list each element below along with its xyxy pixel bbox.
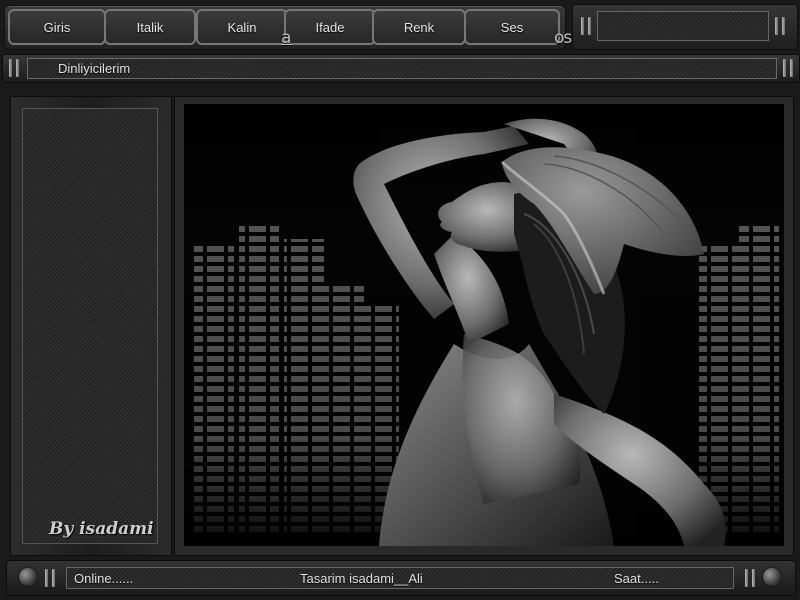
signature-text: By isadami: [49, 519, 154, 539]
top-right-field[interactable]: [597, 11, 769, 41]
knob-icon[interactable]: [19, 568, 37, 586]
tab-label: Ifade: [315, 19, 345, 35]
tab-ses[interactable]: Ses: [464, 9, 560, 45]
tab-label: Giris: [43, 19, 71, 35]
top-right-panel: [572, 4, 798, 50]
woman-with-hat-photo: [184, 104, 784, 546]
tab-label: Kalin: [227, 19, 257, 35]
emoticon-a-glyph[interactable]: a: [281, 28, 291, 48]
tab-kalin[interactable]: Kalin: [196, 9, 288, 45]
listeners-field[interactable]: Dinliyicilerim: [27, 58, 777, 79]
top-menu-bar: Giris Italik Kalin Ifade Renk Ses a: [4, 5, 566, 50]
grip-handle-icon[interactable]: [9, 59, 19, 77]
grip-handle-icon[interactable]: [745, 569, 755, 587]
left-sidebar-panel[interactable]: By isadami: [22, 108, 158, 544]
main-image-frame: [174, 96, 794, 556]
tab-ifade[interactable]: Ifade: [284, 9, 376, 45]
tab-label: Renk: [403, 19, 435, 35]
grip-handle-icon[interactable]: [45, 569, 55, 587]
os-glyph: os: [554, 28, 572, 48]
clock-status: Saat.....: [614, 571, 659, 586]
tab-renk[interactable]: Renk: [372, 9, 466, 45]
listeners-bar: Dinliyicilerim: [2, 54, 800, 83]
online-status: Online......: [74, 571, 134, 586]
grip-handle-icon[interactable]: [783, 59, 793, 77]
tab-label: Ses: [500, 19, 524, 35]
tab-label: Italik: [136, 19, 164, 35]
tab-italik[interactable]: Italik: [104, 9, 196, 45]
bottom-status-bar: Online...... Tasarim isadami__Ali Saat..…: [6, 560, 796, 596]
status-field: Online...... Tasarim isadami__Ali Saat..…: [66, 567, 734, 589]
grip-handle-icon[interactable]: [581, 17, 591, 35]
tab-giris[interactable]: Giris: [8, 9, 106, 45]
grip-handle-icon[interactable]: [775, 17, 785, 35]
knob-icon[interactable]: [763, 568, 781, 586]
design-credit: Tasarim isadami__Ali: [300, 571, 423, 586]
left-sidebar-frame: By isadami: [10, 96, 172, 556]
main-photo: [184, 104, 784, 546]
